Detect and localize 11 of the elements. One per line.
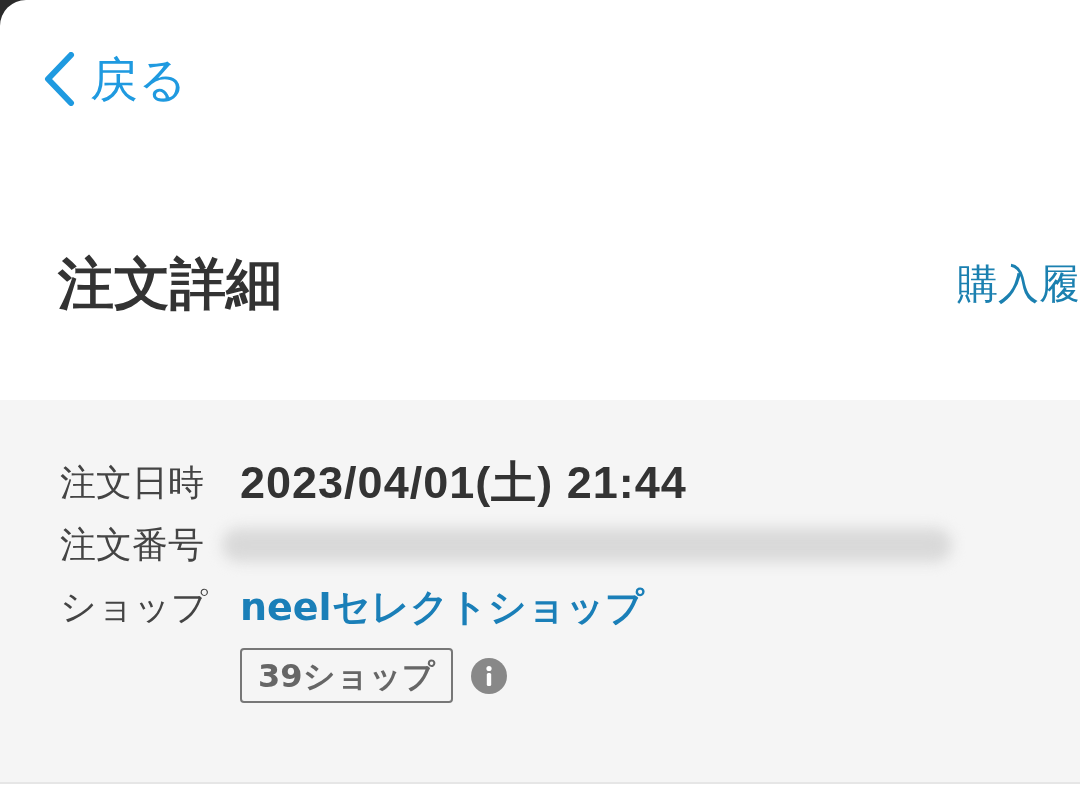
shop-link[interactable]: neelセレクトショップ: [240, 576, 644, 638]
info-icon[interactable]: [470, 657, 507, 694]
detail-label: 注文番号: [60, 523, 205, 567]
chevron-left-icon: [42, 52, 76, 106]
page-title: 注文詳細: [58, 256, 282, 312]
purchase-history-link[interactable]: 購入履: [957, 263, 1080, 305]
detail-label: 注文日時: [60, 461, 205, 505]
order-date-value: 2023/04/01(土) 21:44: [240, 456, 687, 510]
shop-badge: 39ショップ: [240, 648, 453, 703]
back-link[interactable]: 戻る: [42, 52, 187, 106]
detail-label: ショップ: [60, 585, 208, 629]
